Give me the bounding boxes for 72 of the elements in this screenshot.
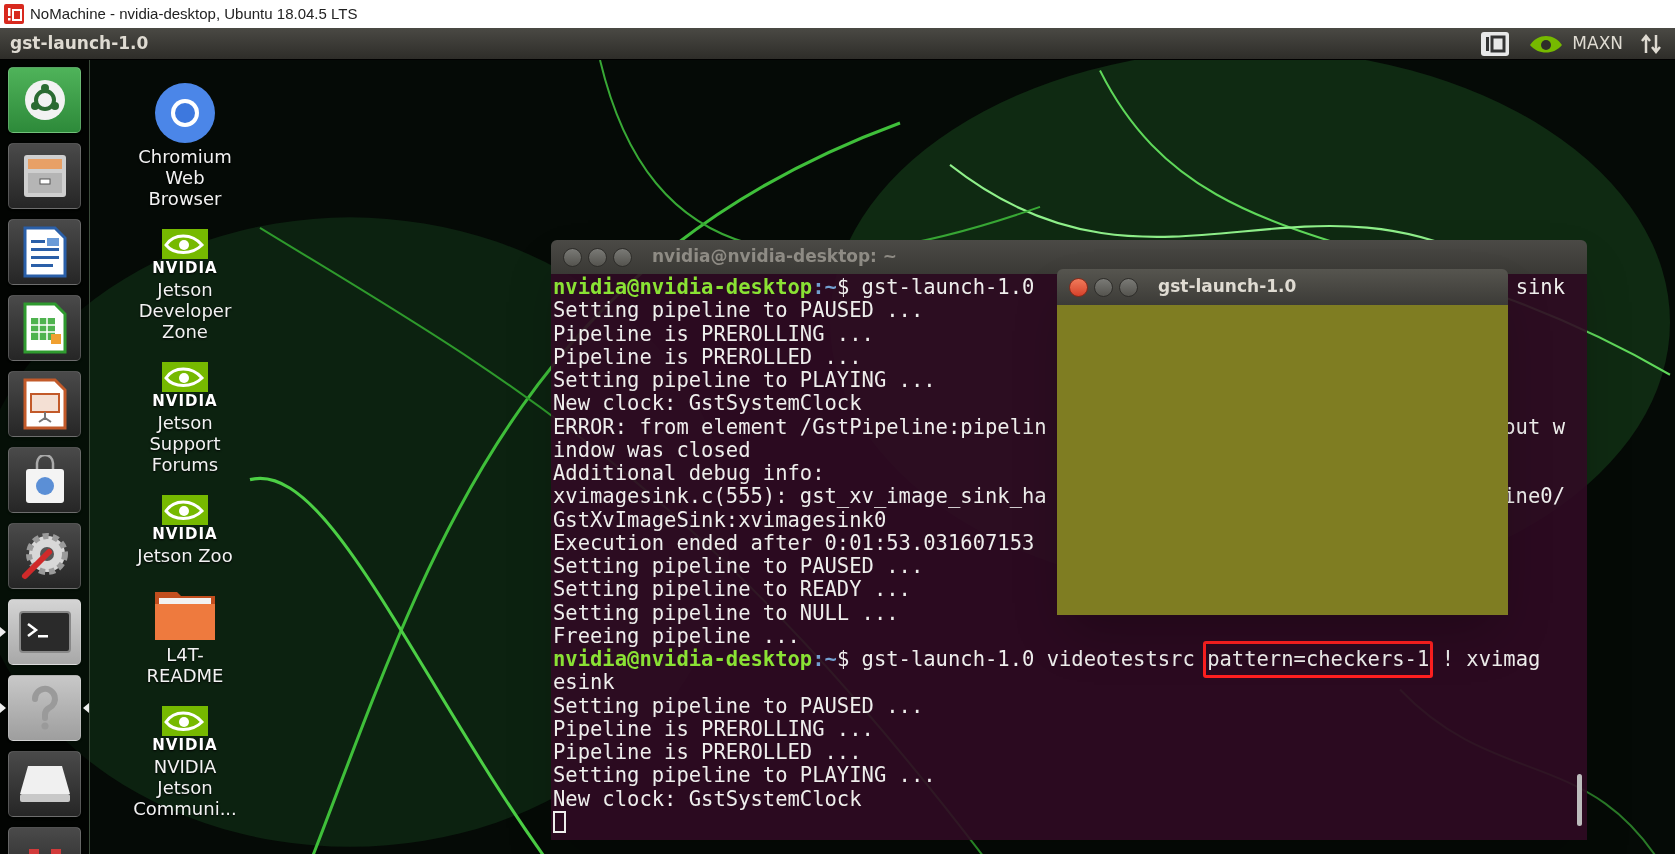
- launcher-item[interactable]: [8, 447, 81, 513]
- text-cursor: [553, 811, 566, 834]
- eye-logo-icon: [162, 706, 208, 736]
- up-down-arrows-icon[interactable]: [1641, 32, 1661, 55]
- terminal-line: nvidia@nvidia-desktop:~$ gst-launch-1.0: [553, 276, 1035, 300]
- presentation-icon: [22, 378, 67, 430]
- maximize-button[interactable]: [613, 247, 632, 267]
- terminal-line: Freeing pipeline ...: [553, 624, 800, 648]
- eye-logo-icon: [162, 362, 208, 392]
- desktop-icon-label[interactable]: Chromium Web Browser: [138, 146, 232, 209]
- terminal-line: xvimagesink.c(555): gst_xv_image_sink_ha: [553, 485, 1047, 509]
- minimize-button[interactable]: [588, 247, 607, 267]
- brand-wordmark: NVIDIA: [152, 525, 218, 543]
- launcher-item[interactable]: [8, 219, 81, 285]
- terminal-line: Setting pipeline to PAUSED ...: [553, 694, 924, 718]
- terminal-title: nvidia@nvidia-desktop: ~: [652, 245, 898, 269]
- terminal-line: Setting pipeline to PLAYING ...: [553, 764, 936, 788]
- terminal-line: Setting pipeline to READY ...: [553, 578, 911, 602]
- terminal-line: GstXvImageSink:xvimagesink0: [553, 508, 887, 532]
- minimize-button[interactable]: [1094, 277, 1113, 297]
- brand-wordmark: NVIDIA: [152, 259, 218, 277]
- launcher-item[interactable]: [8, 143, 81, 209]
- spreadsheet-icon: [22, 302, 67, 354]
- terminal-line: Additional debug info:: [553, 462, 825, 486]
- terminal-line: New clock: GstSystemClock: [553, 392, 862, 416]
- launcher-item[interactable]: [8, 599, 81, 665]
- scrollbar[interactable]: [1577, 774, 1582, 826]
- terminal-line: Execution ended after 0:01:53.031607153: [553, 531, 1035, 555]
- terminal-line: Pipeline is PREROLLING ...: [553, 717, 874, 741]
- desktop-icon-label[interactable]: Jetson Support Forums: [149, 412, 221, 475]
- terminal-line: Setting pipeline to PAUSED ...: [553, 299, 924, 323]
- highlighted-argument: pattern=checkers-1: [1203, 641, 1434, 679]
- terminal-line: nvidia@nvidia-desktop:~$ gst-launch-1.0 videotestsrc: [553, 648, 1195, 672]
- terminal-line: Setting pipeline to PAUSED ...: [553, 555, 924, 579]
- launcher-item[interactable]: [8, 523, 81, 589]
- desktop-icon-label[interactable]: L4T- README: [146, 644, 224, 686]
- launcher-item[interactable]: [8, 751, 81, 817]
- power-mode-label[interactable]: MAXN: [1572, 30, 1623, 57]
- brand-wordmark: NVIDIA: [152, 736, 218, 754]
- maximize-button[interactable]: [1119, 277, 1138, 297]
- close-button[interactable]: [1069, 277, 1088, 297]
- eye-logo-icon: [162, 495, 208, 525]
- remote-desktop-icon[interactable]: [1480, 30, 1511, 57]
- eye-logo-icon: [162, 229, 208, 259]
- circle-of-friends-icon: [22, 78, 67, 122]
- drive-icon: [17, 764, 72, 804]
- desktop-icon-label[interactable]: Jetson Zoo: [137, 545, 233, 566]
- terminal-line: Pipeline is PREROLLING ...: [553, 322, 874, 346]
- terminal-icon: [17, 610, 72, 654]
- terminal-line: indow was closed: [553, 438, 751, 462]
- terminal-line: Setting pipeline to PLAYING ...: [553, 369, 936, 393]
- terminal-line: esink: [553, 671, 615, 695]
- terminal-line: Pipeline is PREROLLED ...: [553, 345, 862, 369]
- terminal-line: sink: [1515, 276, 1565, 300]
- terminal-line: ! xvimag: [1441, 648, 1541, 672]
- terminal-line: ERROR: from element /GstPipeline:pipelin: [553, 415, 1047, 439]
- close-button[interactable]: [563, 247, 582, 267]
- app-logo-icon: [4, 4, 24, 24]
- desktop-icon-label[interactable]: Jetson Developer Zone: [138, 279, 232, 342]
- launcher-item[interactable]: [8, 371, 81, 437]
- terminal-line: New clock: GstSystemClock: [553, 787, 862, 811]
- window-title: NoMachine - nvidia-desktop, Ubuntu 18.04.5 LTS: [30, 3, 358, 24]
- browser-icon: [154, 82, 216, 144]
- active-app-name: gst-launch-1.0: [10, 31, 149, 55]
- desktop-icon-label[interactable]: NVIDIA Jetson Communi...: [133, 756, 237, 819]
- text-document-icon: [22, 226, 67, 278]
- terminal-line: Setting pipeline to NULL ...: [553, 601, 899, 625]
- terminal-line: ine0/: [1503, 485, 1565, 509]
- video-window-title: gst-launch-1.0: [1158, 275, 1297, 299]
- launcher-item[interactable]: [8, 295, 81, 361]
- terminal-line: Pipeline is PREROLLED ...: [553, 741, 862, 765]
- brand-wordmark: NVIDIA: [152, 392, 218, 410]
